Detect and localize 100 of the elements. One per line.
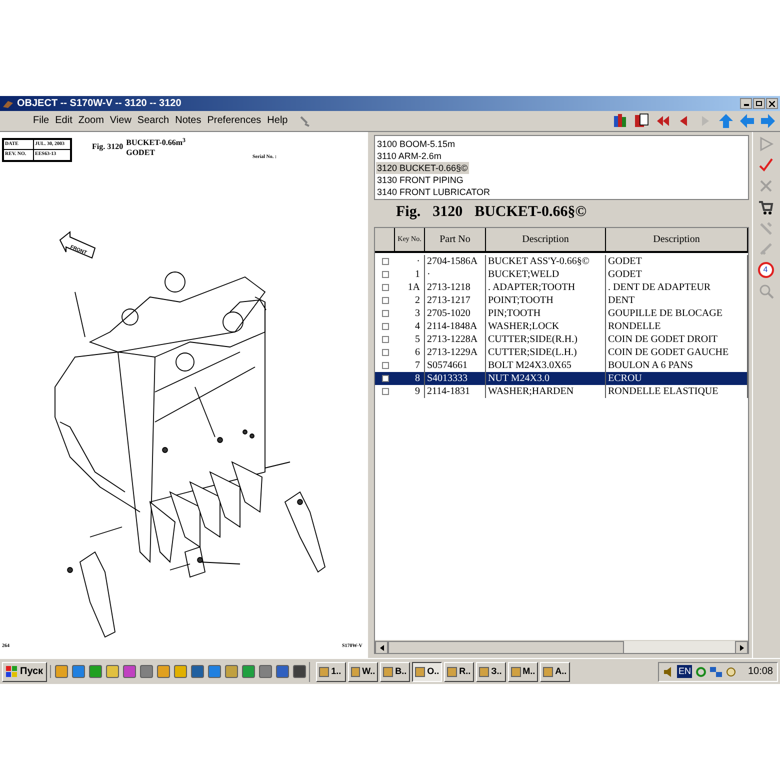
minimize-button[interactable] bbox=[740, 98, 752, 109]
table-row[interactable]: 5 2713-1228A CUTTER;SIDE(R.H.) COIN DE GODET DROIT bbox=[375, 333, 748, 346]
figure-title: BUCKET-0.66m$^{3}$ bbox=[126, 138, 186, 148]
app-shortcut-icon[interactable] bbox=[208, 665, 222, 678]
column-header: Description bbox=[606, 228, 748, 251]
taskbar-button[interactable]: 1.. bbox=[316, 662, 346, 682]
menu-item[interactable]: View bbox=[106, 116, 134, 126]
checkbox[interactable] bbox=[382, 271, 388, 278]
app-shortcut-icon[interactable] bbox=[174, 665, 188, 678]
app-shortcut-icon[interactable] bbox=[191, 665, 204, 678]
table-row[interactable]: 2 2713-1217 POINT;TOOTH DENT bbox=[375, 294, 748, 307]
app-shortcut-icon[interactable] bbox=[55, 665, 68, 678]
table-cell: 3 bbox=[395, 307, 425, 320]
table-row[interactable]: 1A 2713-1218 . ADAPTER;TOOTH . DENT DE ADAPTEUR bbox=[375, 281, 748, 294]
app-shortcut-icon[interactable] bbox=[293, 665, 306, 678]
checkbox[interactable] bbox=[382, 336, 388, 343]
taskbar-button[interactable]: A.. bbox=[540, 662, 570, 682]
section-item[interactable]: 3100 BOOM-5.15m bbox=[376, 138, 456, 150]
count-badge[interactable]: 4 bbox=[758, 262, 774, 278]
taskbar-button[interactable]: W.. bbox=[348, 662, 378, 682]
table-cell: . ADAPTER;TOOTH bbox=[486, 281, 606, 294]
menu-item[interactable]: Search bbox=[134, 116, 172, 126]
table-cell: ECROU bbox=[606, 372, 748, 385]
scroll-right-icon[interactable] bbox=[740, 644, 744, 650]
app-shortcut-icon[interactable] bbox=[106, 665, 120, 678]
menu-item[interactable]: Zoom bbox=[75, 116, 107, 126]
table-cell: 2 bbox=[395, 294, 425, 307]
taskbar-button[interactable]: B.. bbox=[380, 662, 410, 682]
taskbar-button[interactable]: M.. bbox=[508, 662, 538, 682]
checkbox[interactable] bbox=[382, 349, 388, 356]
table-cell: BUCKET;WELD bbox=[486, 268, 606, 281]
checkbox[interactable] bbox=[382, 258, 388, 265]
checkbox[interactable] bbox=[382, 297, 388, 304]
table-cell: · bbox=[425, 268, 486, 281]
taskbar-button[interactable]: R.. bbox=[444, 662, 474, 682]
column-header: Part No bbox=[425, 228, 486, 251]
windows-logo-icon bbox=[6, 666, 18, 678]
table-cell: 2713-1229A bbox=[425, 346, 486, 359]
table-row[interactable]: 1 · BUCKET;WELD GODET bbox=[375, 268, 748, 281]
table-cell: WASHER;HARDEN bbox=[486, 385, 606, 398]
horizontal-scrollbar[interactable] bbox=[375, 640, 748, 653]
restore-button[interactable] bbox=[753, 98, 765, 109]
menu-item[interactable]: Preferences bbox=[204, 116, 264, 126]
app-shortcut-icon[interactable] bbox=[123, 665, 136, 678]
start-button[interactable]: Пуск bbox=[2, 662, 48, 682]
section-item[interactable]: 3140 FRONT LUBRICATOR bbox=[376, 186, 492, 198]
app-icon bbox=[2, 98, 14, 108]
app-shortcut-icon[interactable] bbox=[140, 665, 154, 678]
app-shortcut-icon[interactable] bbox=[276, 665, 290, 678]
menu-item[interactable]: Notes bbox=[172, 116, 204, 126]
section-item[interactable]: 3130 FRONT PIPING bbox=[376, 174, 464, 186]
table-row[interactable]: 3 2705-1020 PIN;TOOTH GOUPILLE DE BLOCAGE bbox=[375, 307, 748, 320]
section-item[interactable]: 3110 ARM-2.6m bbox=[376, 150, 442, 162]
taskbar-button[interactable]: O.. bbox=[412, 662, 442, 682]
table-cell: COIN DE GODET GAUCHE bbox=[606, 346, 748, 359]
checkbox[interactable] bbox=[382, 375, 388, 382]
table-row[interactable]: 8 S4013333 NUT M24X3.0 ECROU bbox=[375, 372, 748, 385]
table-cell: 2705-1020 bbox=[425, 307, 486, 320]
table-cell: DENT bbox=[606, 294, 748, 307]
scroll-left-icon[interactable] bbox=[380, 644, 384, 650]
check-icon[interactable] bbox=[758, 157, 774, 173]
app-shortcut-icon[interactable] bbox=[89, 665, 102, 678]
checkbox[interactable] bbox=[382, 323, 388, 330]
checkbox[interactable] bbox=[382, 310, 388, 317]
section-item[interactable]: 3120 BUCKET-0.66§© bbox=[376, 162, 469, 174]
books-icon[interactable] bbox=[613, 113, 629, 129]
double-left-arrow-icon[interactable] bbox=[655, 113, 671, 129]
cart-icon[interactable] bbox=[758, 199, 774, 215]
table-cell: . DENT DE ADAPTEUR bbox=[606, 281, 748, 294]
app-shortcut-icon[interactable] bbox=[72, 665, 86, 678]
speaker-icon[interactable] bbox=[663, 666, 674, 676]
app-shortcut-icon[interactable] bbox=[157, 665, 170, 678]
table-cell: 2713-1217 bbox=[425, 294, 486, 307]
table-row[interactable]: 6 2713-1229A CUTTER;SIDE(L.H.) COIN DE GODET GAUCHE bbox=[375, 346, 748, 359]
menu-item[interactable]: File bbox=[30, 116, 52, 126]
checkbox[interactable] bbox=[382, 284, 388, 291]
table-cell: CUTTER;SIDE(L.H.) bbox=[486, 346, 606, 359]
table-cell: 2713-1228A bbox=[425, 333, 486, 346]
table-row[interactable]: 9 2114-1831 WASHER;HARDEN RONDELLE ELASTIQUE bbox=[375, 385, 748, 398]
network-icon[interactable] bbox=[710, 666, 722, 676]
book-icon[interactable] bbox=[634, 113, 650, 129]
app-shortcut-icon[interactable] bbox=[225, 665, 238, 678]
taskbar-button[interactable]: З.. bbox=[476, 662, 506, 682]
menu-item[interactable]: Edit bbox=[52, 116, 76, 126]
language-indicator[interactable]: EN bbox=[677, 664, 692, 678]
close-icon[interactable] bbox=[769, 100, 775, 106]
table-cell: GOUPILLE DE BLOCAGE bbox=[606, 307, 748, 320]
up-arrow-icon[interactable] bbox=[718, 113, 734, 129]
checkbox[interactable] bbox=[382, 362, 388, 369]
table-cell: 2704-1586A bbox=[425, 255, 486, 268]
table-row[interactable]: 4 2114-1848A WASHER;LOCK RONDELLE bbox=[375, 320, 748, 333]
table-cell: WASHER;LOCK bbox=[486, 320, 606, 333]
table-cell: 2713-1218 bbox=[425, 281, 486, 294]
app-shortcut-icon[interactable] bbox=[242, 665, 256, 678]
app-shortcut-icon[interactable] bbox=[259, 665, 272, 678]
clock-icon[interactable] bbox=[726, 666, 736, 676]
close-button[interactable] bbox=[766, 98, 778, 109]
table-row[interactable]: · 2704-1586A BUCKET ASS'Y-0.66§© GODET bbox=[375, 255, 748, 268]
menu-item[interactable]: Help bbox=[264, 116, 291, 126]
checkbox[interactable] bbox=[382, 388, 388, 395]
